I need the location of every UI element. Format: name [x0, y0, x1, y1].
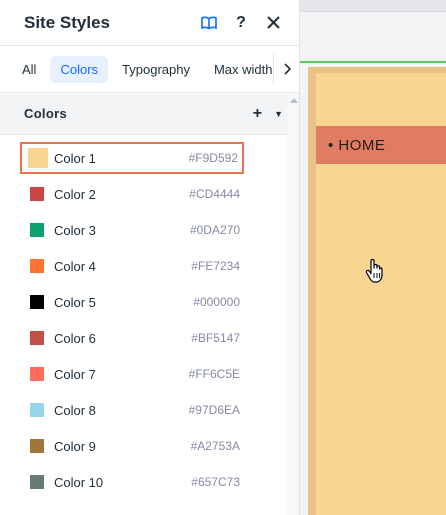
color-name: Color 5 — [54, 294, 96, 310]
color-swatch[interactable] — [30, 367, 44, 381]
editor-canvas[interactable]: • HOME — [300, 0, 446, 515]
color-row[interactable]: Color 4 #FE7234 — [0, 248, 288, 284]
color-hex: #0DA270 — [189, 223, 240, 237]
color-name: Color 4 — [54, 258, 96, 274]
add-color-button[interactable]: + — [253, 105, 262, 122]
color-row[interactable]: Color 9 #A2753A — [0, 428, 288, 464]
menu-item-home[interactable]: • HOME — [328, 137, 385, 154]
color-row[interactable]: Color 8 #97D6EA — [0, 392, 288, 428]
color-row[interactable]: Color 2 #CD4444 — [0, 176, 288, 212]
color-name: Color 6 — [54, 330, 96, 346]
site-styles-panel: Site Styles ? All Colors Typography Max … — [0, 0, 300, 515]
color-swatch[interactable] — [30, 259, 44, 273]
color-swatch[interactable] — [30, 331, 44, 345]
colors-section-header: Colors + ▼ — [0, 93, 299, 135]
hand-cursor-icon — [365, 258, 385, 288]
panel-title: Site Styles — [24, 12, 110, 32]
color-row[interactable]: Color 10 #657C73 — [0, 464, 288, 500]
color-row[interactable]: Color 6 #BF5147 — [0, 320, 288, 356]
color-name: Color 1 — [54, 150, 96, 166]
scroll-up-icon[interactable] — [290, 98, 298, 103]
tab-colors[interactable]: Colors — [50, 55, 109, 83]
header-divider-line — [300, 61, 446, 63]
color-swatch[interactable] — [28, 148, 48, 168]
close-icon[interactable] — [263, 13, 283, 33]
section-title: Colors — [24, 106, 67, 121]
tab-bar: All Colors Typography Max width — [0, 46, 299, 93]
color-row[interactable]: Color 7 #FF6C5E — [0, 356, 288, 392]
color-row[interactable]: Color 5 #000000 — [0, 284, 288, 320]
color-hex: #FF6C5E — [188, 367, 240, 381]
color-hex: #BF5147 — [191, 331, 240, 345]
color-swatch[interactable] — [30, 403, 44, 417]
chevron-right-icon[interactable] — [273, 54, 299, 84]
color-name: Color 7 — [54, 366, 96, 382]
help-icon[interactable]: ? — [231, 13, 251, 33]
color-swatch[interactable] — [30, 223, 44, 237]
tab-typography[interactable]: Typography — [112, 56, 200, 83]
color-name: Color 9 — [54, 438, 96, 454]
color-name: Color 8 — [54, 402, 96, 418]
canvas-top-bar — [300, 0, 446, 12]
color-swatch[interactable] — [30, 187, 44, 201]
color-row[interactable]: Color 3 #0DA270 — [0, 212, 288, 248]
color-hex: #000000 — [193, 295, 240, 309]
color-name: Color 3 — [54, 222, 96, 238]
panel-header: Site Styles ? — [0, 0, 299, 46]
color-hex: #CD4444 — [189, 187, 240, 201]
scrollbar[interactable] — [287, 93, 299, 515]
book-icon[interactable] — [199, 13, 219, 33]
color-name: Color 10 — [54, 474, 104, 490]
tab-all[interactable]: All — [12, 56, 46, 83]
site-menu[interactable]: • HOME — [316, 126, 446, 164]
color-swatch[interactable] — [30, 295, 44, 309]
color-hex: #A2753A — [190, 439, 240, 453]
color-name: Color 2 — [54, 186, 96, 202]
tab-max-width[interactable]: Max width — [204, 56, 283, 83]
color-swatch[interactable] — [30, 439, 44, 453]
color-hex: #F9D592 — [188, 151, 238, 165]
color-hex: #FE7234 — [191, 259, 240, 273]
color-hex: #97D6EA — [188, 403, 240, 417]
caret-down-icon[interactable]: ▼ — [274, 109, 283, 119]
color-list: Color 1 #F9D592 Color 2 #CD4444 Color 3 #0DA2… — [0, 140, 288, 500]
color-hex: #657C73 — [191, 475, 240, 489]
color-swatch[interactable] — [30, 475, 44, 489]
color-row[interactable]: Color 1 #F9D592 — [20, 142, 244, 174]
